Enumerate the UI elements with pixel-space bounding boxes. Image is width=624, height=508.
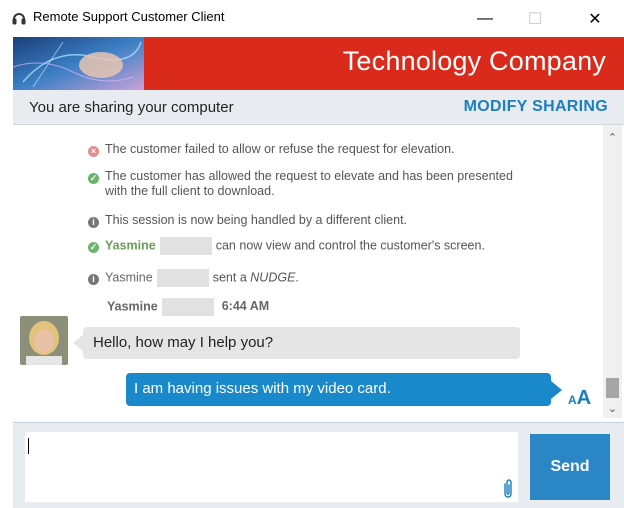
info-icon: i <box>88 274 99 286</box>
check-icon: ✓ <box>88 173 99 184</box>
window-title: Remote Support Customer Client <box>33 9 225 24</box>
paperclip-icon[interactable] <box>501 478 515 500</box>
redacted-surname <box>159 237 212 255</box>
minimize-button[interactable]: — <box>462 0 508 37</box>
company-banner: Technology Company <box>13 37 624 90</box>
message-header: Yasmine 6:44 AM <box>107 298 269 316</box>
check-icon: ✓ <box>88 242 99 254</box>
headset-icon <box>12 13 26 25</box>
redacted-surname <box>161 298 214 316</box>
scrollbar-thumb[interactable] <box>606 378 619 398</box>
agent-name: Yasmine <box>105 238 156 253</box>
font-size-big-label: A <box>576 387 592 409</box>
event-session-handled: i This session is now being handled by a … <box>88 213 407 228</box>
event-text: The customer has allowed the request to … <box>105 169 513 198</box>
incoming-message: Hello, how may I help you? <box>73 327 520 359</box>
font-size-toggle[interactable]: AA <box>568 387 591 410</box>
composer: Send <box>13 422 624 508</box>
event-elevation-failed: × The customer failed to allow or refuse … <box>88 142 455 157</box>
font-size-small-label: A <box>568 393 577 407</box>
event-text: can now view and control the customer's … <box>215 238 485 253</box>
scroll-up-arrow-icon[interactable]: ⌃ <box>603 131 622 145</box>
sharing-bar: You are sharing your computer MODIFY SHA… <box>13 90 624 125</box>
event-text-before: sent a <box>212 270 247 285</box>
maximize-button[interactable]: ☐ <box>512 0 558 37</box>
event-text: The customer failed to allow or refuse t… <box>105 142 455 156</box>
agent-name: Yasmine <box>107 299 158 314</box>
chat-scrollbar[interactable]: ⌃ ⌄ <box>603 125 622 418</box>
outgoing-message: I am having issues with my video card. <box>126 373 562 406</box>
company-name: Technology Company <box>342 46 606 76</box>
event-text: This session is now being handled by a d… <box>105 213 408 227</box>
modify-sharing-button[interactable]: MODIFY SHARING <box>464 98 608 116</box>
event-elevation-allowed: ✓ The customer has allowed the request to… <box>88 169 528 199</box>
error-icon: × <box>88 146 99 157</box>
banner-image <box>13 37 144 90</box>
redacted-surname <box>156 269 209 287</box>
nudge-label: NUDGE <box>250 270 296 285</box>
close-button[interactable]: ✕ <box>572 0 618 37</box>
message-input[interactable] <box>25 432 518 502</box>
chat-transcript: × The customer failed to allow or refuse … <box>13 125 603 418</box>
agent-name: Yasmine <box>105 270 153 285</box>
event-text-after: . <box>295 270 299 285</box>
send-button[interactable]: Send <box>530 434 610 500</box>
event-view-control: ✓ Yasmine can now view and control the cus… <box>88 237 485 255</box>
info-icon: i <box>88 217 99 228</box>
title-bar: Remote Support Customer Client — ☐ ✕ <box>0 0 624 37</box>
event-nudge: i Yasmine sent a NUDGE. <box>88 269 299 287</box>
text-caret <box>28 438 29 454</box>
agent-avatar <box>20 316 68 365</box>
scroll-down-arrow-icon[interactable]: ⌄ <box>603 402 622 416</box>
message-time: 6:44 AM <box>221 299 270 314</box>
sharing-status: You are sharing your computer <box>29 99 234 116</box>
